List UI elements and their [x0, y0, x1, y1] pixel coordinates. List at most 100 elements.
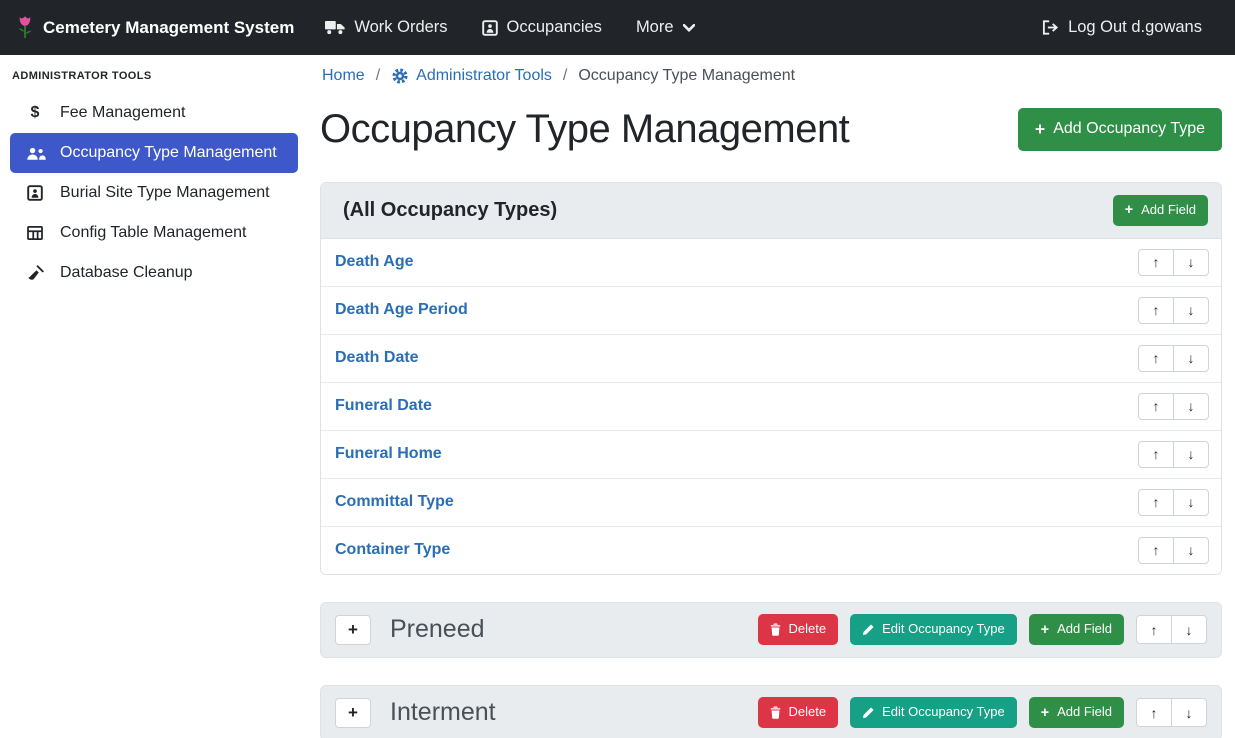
sidebar-item-config-table-management[interactable]: Config Table Management [10, 213, 298, 253]
arrow-down-icon: ↓ [1186, 622, 1193, 638]
breadcrumb-current: Occupancy Type Management [578, 67, 795, 85]
sidebar-item-database-cleanup[interactable]: Database Cleanup [10, 253, 298, 293]
add-occupancy-type-button[interactable]: + Add Occupancy Type [1018, 108, 1222, 150]
move-up-button[interactable]: ↑ [1138, 393, 1174, 420]
card-title: (All Occupancy Types) [343, 197, 557, 223]
move-down-button[interactable]: ↓ [1173, 489, 1209, 516]
section-title: Interment [390, 698, 496, 727]
breadcrumb-admin-tools-label: Administrator Tools [416, 67, 552, 85]
move-down-button[interactable]: ↓ [1173, 393, 1209, 420]
app-brand[interactable]: Cemetery Management System [16, 15, 294, 41]
title-row: Occupancy Type Management + Add Occupanc… [320, 107, 1222, 152]
move-up-button[interactable]: ↑ [1138, 249, 1174, 276]
field-row: Funeral Home ↑ ↓ [321, 430, 1221, 478]
field-link-death-age-period[interactable]: Death Age Period [335, 301, 468, 319]
breadcrumb-admin-tools[interactable]: Administrator Tools [391, 67, 552, 85]
person-booth-icon [23, 185, 47, 201]
field-link-funeral-date[interactable]: Funeral Date [335, 397, 432, 415]
add-field-button[interactable]: + Add Field [1029, 697, 1124, 728]
top-navbar: Cemetery Management System Work Orders [0, 0, 1235, 55]
dollar-icon: $ [23, 104, 47, 122]
sidebar-item-label: Occupancy Type Management [60, 144, 277, 162]
move-up-button[interactable]: ↑ [1138, 345, 1174, 372]
edit-occupancy-type-button[interactable]: Edit Occupancy Type [850, 614, 1017, 645]
field-link-funeral-home[interactable]: Funeral Home [335, 445, 442, 463]
plus-icon: + [1035, 121, 1045, 139]
field-link-death-age[interactable]: Death Age [335, 253, 414, 271]
page-layout: ADMINISTRATOR TOOLS $ Fee Management Occ… [0, 55, 1235, 738]
sidebar-item-burial-site-type-management[interactable]: Burial Site Type Management [10, 173, 298, 213]
edit-occupancy-type-label: Edit Occupancy Type [882, 622, 1005, 637]
arrow-down-icon: ↓ [1188, 542, 1195, 558]
arrow-up-icon: ↑ [1153, 254, 1160, 270]
edit-occupancy-type-button[interactable]: Edit Occupancy Type [850, 697, 1017, 728]
breadcrumb: Home / Administrator Tools / Occupancy T… [320, 65, 1222, 87]
move-button-group: ↑ ↓ [1138, 489, 1209, 516]
nav-occupancies[interactable]: Occupancies [465, 18, 619, 37]
delete-button[interactable]: Delete [758, 614, 839, 645]
plus-icon: + [348, 620, 358, 640]
arrow-up-icon: ↑ [1153, 446, 1160, 462]
move-up-button[interactable]: ↑ [1138, 489, 1174, 516]
nav-more[interactable]: More [619, 18, 712, 37]
plus-icon: + [348, 703, 358, 723]
move-button-group: ↑ ↓ [1138, 297, 1209, 324]
breadcrumb-home[interactable]: Home [322, 67, 365, 85]
move-up-button[interactable]: ↑ [1138, 537, 1174, 564]
all-occupancy-types-card: (All Occupancy Types) + Add Field Death … [320, 182, 1222, 575]
arrow-up-icon: ↑ [1153, 350, 1160, 366]
arrow-down-icon: ↓ [1188, 398, 1195, 414]
nav-links: Work Orders Occupancies More [308, 18, 711, 37]
delete-label: Delete [789, 705, 827, 720]
breadcrumb-separator: / [376, 67, 380, 85]
field-row: Container Type ↑ ↓ [321, 526, 1221, 574]
logout-link[interactable]: Log Out d.gowans [1025, 18, 1219, 37]
sidebar-item-label: Config Table Management [60, 224, 247, 242]
sidebar-item-fee-management[interactable]: $ Fee Management [10, 93, 298, 133]
edit-occupancy-type-label: Edit Occupancy Type [882, 705, 1005, 720]
nav-work-orders[interactable]: Work Orders [308, 18, 464, 37]
logout-icon [1042, 20, 1059, 35]
field-row: Funeral Date ↑ ↓ [321, 382, 1221, 430]
move-up-button[interactable]: ↑ [1138, 441, 1174, 468]
move-down-button[interactable]: ↓ [1173, 537, 1209, 564]
plus-icon: + [1125, 203, 1133, 217]
all-occupancy-types-header: (All Occupancy Types) + Add Field [321, 183, 1221, 239]
arrow-up-icon: ↑ [1153, 542, 1160, 558]
field-link-container-type[interactable]: Container Type [335, 541, 450, 559]
move-down-button[interactable]: ↓ [1173, 441, 1209, 468]
sidebar-item-occupancy-type-management[interactable]: Occupancy Type Management [10, 133, 298, 173]
move-down-button[interactable]: ↓ [1173, 345, 1209, 372]
arrow-down-icon: ↓ [1188, 350, 1195, 366]
expand-section-button[interactable]: + [335, 698, 371, 728]
add-field-button[interactable]: + Add Field [1029, 614, 1124, 645]
field-link-death-date[interactable]: Death Date [335, 349, 419, 367]
arrow-up-icon: ↑ [1153, 302, 1160, 318]
broom-icon [23, 265, 47, 282]
truck-icon [325, 20, 345, 35]
pencil-icon [862, 707, 874, 719]
move-down-button[interactable]: ↓ [1173, 297, 1209, 324]
delete-button[interactable]: Delete [758, 697, 839, 728]
expand-section-button[interactable]: + [335, 615, 371, 645]
table-icon [23, 226, 47, 240]
move-up-button[interactable]: ↑ [1136, 615, 1172, 644]
nav-work-orders-label: Work Orders [354, 18, 447, 37]
tulip-logo-icon [16, 15, 34, 41]
move-down-button[interactable]: ↓ [1171, 698, 1207, 727]
field-link-committal-type[interactable]: Committal Type [335, 493, 454, 511]
arrow-down-icon: ↓ [1188, 494, 1195, 510]
sidebar: ADMINISTRATOR TOOLS $ Fee Management Occ… [0, 55, 308, 738]
move-up-button[interactable]: ↑ [1136, 698, 1172, 727]
section-preneed: + Preneed Delete [320, 602, 1222, 658]
delete-label: Delete [789, 622, 827, 637]
section-title: Preneed [390, 615, 485, 644]
move-button-group: ↑ ↓ [1136, 615, 1207, 644]
field-row: Death Age ↑ ↓ [321, 239, 1221, 286]
add-field-button[interactable]: + Add Field [1113, 195, 1208, 226]
move-down-button[interactable]: ↓ [1173, 249, 1209, 276]
move-down-button[interactable]: ↓ [1171, 615, 1207, 644]
move-button-group: ↑ ↓ [1138, 393, 1209, 420]
move-up-button[interactable]: ↑ [1138, 297, 1174, 324]
add-field-label: Add Field [1057, 622, 1112, 637]
